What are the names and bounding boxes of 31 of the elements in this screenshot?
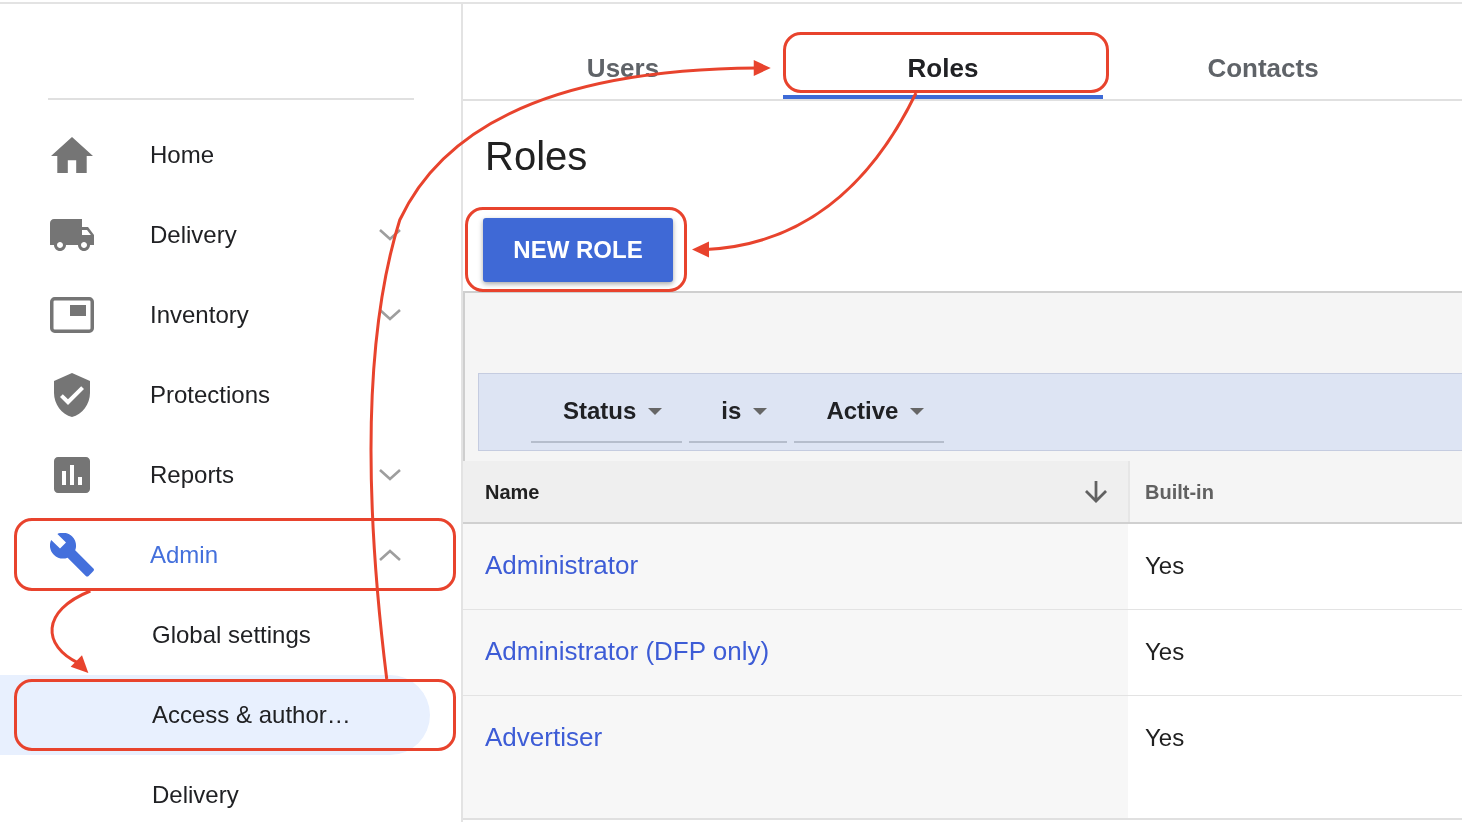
- nav-subitem[interactable]: Global settings: [0, 595, 430, 675]
- picture-in-picture-icon: [50, 297, 94, 333]
- page-title: Roles: [485, 133, 588, 180]
- caret-icon: [753, 407, 768, 415]
- new-role-button[interactable]: NEW ROLE: [483, 218, 673, 282]
- role-link[interactable]: Advertiser: [485, 722, 603, 752]
- nav-item[interactable]: Admin: [0, 515, 461, 595]
- tab[interactable]: Roles: [783, 4, 1103, 99]
- wrench-icon: [50, 533, 94, 577]
- bar-chart-icon: [54, 457, 90, 493]
- caret-icon: [648, 407, 663, 415]
- nav-subitem[interactable]: Access & author…: [0, 675, 430, 755]
- tab[interactable]: Users: [463, 4, 783, 99]
- nav-item[interactable]: Protections: [0, 355, 461, 435]
- nav-item[interactable]: Delivery: [0, 195, 461, 275]
- caret-icon: [910, 407, 925, 415]
- truck-icon: [50, 219, 94, 251]
- column-header[interactable]: Name: [463, 461, 1128, 522]
- shield-check-icon: [54, 373, 90, 417]
- nav-item[interactable]: Inventory: [0, 275, 461, 355]
- nav-item[interactable]: Reports: [0, 435, 461, 515]
- role-link[interactable]: Administrator: [485, 550, 639, 580]
- nav-subitem[interactable]: Delivery: [0, 755, 430, 822]
- filter-dropdown[interactable]: Status: [531, 381, 683, 443]
- nav-item[interactable]: Home: [0, 115, 461, 195]
- home-icon: [51, 137, 93, 173]
- column-header[interactable]: Built-in: [1128, 461, 1462, 522]
- role-link[interactable]: Administrator (DFP only): [485, 636, 770, 666]
- filter-dropdown[interactable]: is: [689, 381, 788, 443]
- filter-dropdown[interactable]: Active: [794, 381, 945, 443]
- tab[interactable]: Contacts: [1103, 4, 1423, 99]
